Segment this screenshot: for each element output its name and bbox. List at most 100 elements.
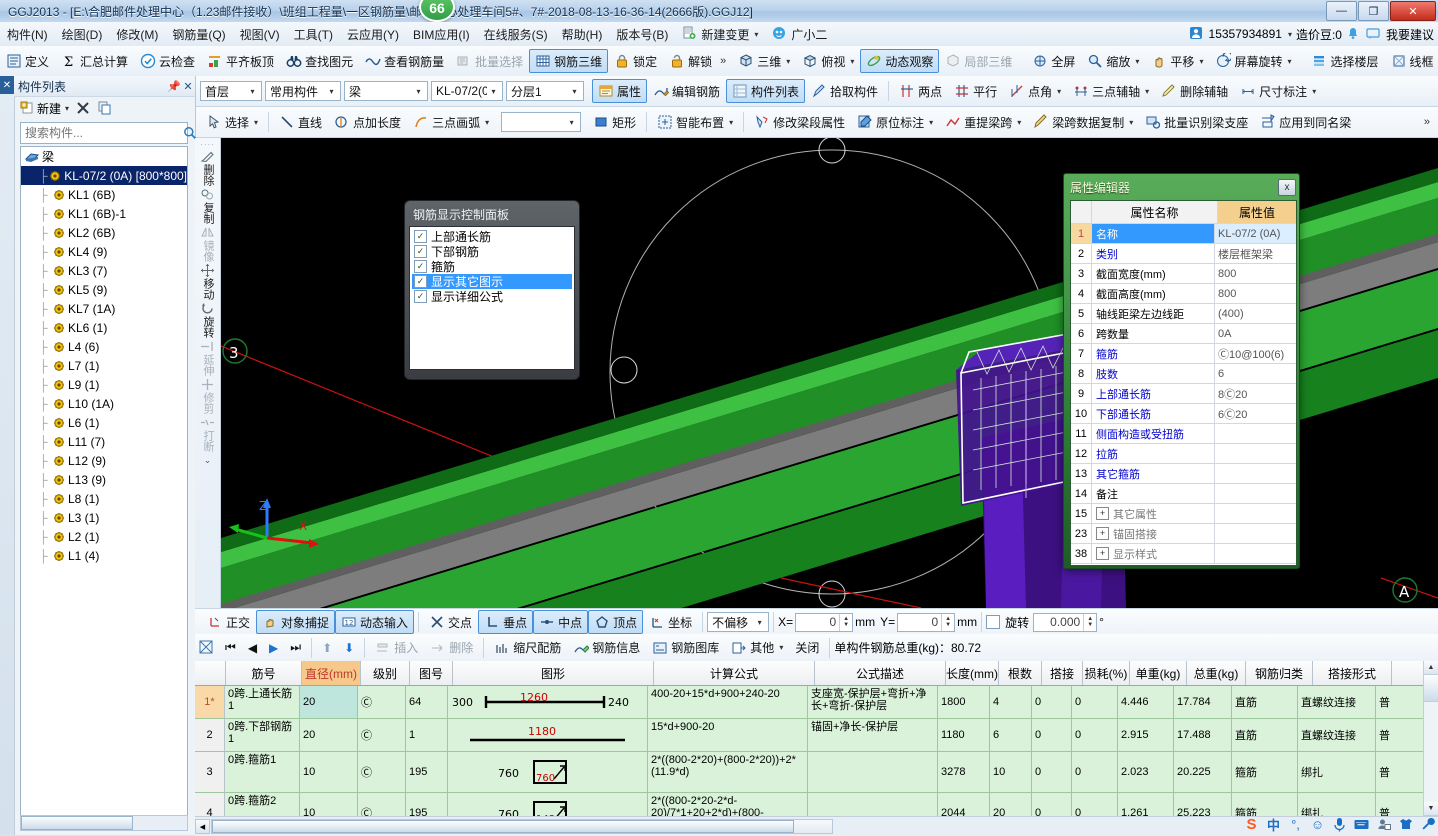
batch-support-button[interactable]: 批量识别梁支座	[1139, 110, 1254, 134]
rebar-table-vscrollbar[interactable]: ▲ ▼	[1423, 661, 1438, 816]
apply-same-beam-button[interactable]: 应用到同名梁	[1254, 110, 1357, 134]
toolbar-batchselect-button[interactable]: 批量选择	[450, 49, 529, 73]
chevron-down-icon[interactable]: ▾	[1199, 57, 1203, 66]
user-icon[interactable]	[1375, 816, 1392, 833]
property-row-3[interactable]: 3截面宽度(mm)800	[1071, 264, 1296, 284]
table-row[interactable]: 30跨.箍筋110Ⓒ1957607602*((800-2*20)+(800-2*…	[195, 752, 1438, 793]
col-header-name[interactable]: 筋号	[226, 661, 302, 685]
col-header-grade[interactable]: 级别	[361, 661, 410, 685]
modify-延伸[interactable]: 延伸	[196, 339, 220, 376]
rebar-info-button[interactable]: 钢筋信息	[567, 636, 646, 660]
arc-tool-button[interactable]: 三点画弧 ▾	[407, 110, 495, 134]
checkbox[interactable]: ✓	[414, 260, 427, 273]
col-header-code[interactable]: 图号	[410, 661, 453, 685]
property-row-value[interactable]	[1215, 544, 1296, 563]
chevron-down-icon[interactable]: ▾	[65, 104, 69, 113]
smart-layout-button[interactable]: 智能布置 ▾	[651, 110, 739, 134]
respan-button[interactable]: 重提梁跨 ▾	[939, 110, 1027, 134]
cell-name[interactable]: 0跨.上通长筋1	[225, 686, 300, 719]
toolbar-3d-button[interactable]: 三维 ▾	[732, 49, 796, 73]
property-row-value[interactable]: 800	[1215, 264, 1296, 283]
modify-修剪[interactable]: 修剪	[196, 377, 220, 414]
cell-desc[interactable]	[808, 793, 938, 816]
cell-shape[interactable]: 3001260240	[448, 686, 648, 719]
toolbar-define-button[interactable]: 定义	[0, 49, 55, 73]
cell-loss[interactable]: 0	[1072, 793, 1118, 816]
point-length-button[interactable]: 点加长度	[328, 110, 407, 134]
chevron-down-icon[interactable]: ▾	[779, 643, 783, 652]
tree-item-0[interactable]: ├KL-07/2 (0A) [800*800]	[21, 166, 187, 185]
cell-length[interactable]: 2044	[938, 793, 990, 816]
toolbar-wireframe-button[interactable]: 线框	[1385, 49, 1438, 73]
ortho-button[interactable]: 正交	[201, 610, 256, 634]
suggest-label[interactable]: 我要建议	[1386, 26, 1434, 43]
chevron-down-icon[interactable]: ▾	[1287, 57, 1291, 66]
cell-shape[interactable]: 760143	[448, 793, 648, 816]
rebar-library-button[interactable]: 钢筋图库	[646, 636, 725, 660]
cell-formula[interactable]: 2*((800-2*20-2*d-20)/7*1+20+2*d)+(800-2*…	[648, 793, 808, 816]
property-row-38[interactable]: 38+显示样式	[1071, 544, 1296, 564]
property-row-8[interactable]: 8肢数6	[1071, 364, 1296, 384]
table-row[interactable]: 20跨.下部钢筋120Ⓒ1118015*d+900-20锚固+净长-保护层118…	[195, 719, 1438, 752]
rebar-display-list[interactable]: ✓上部通长筋✓下部钢筋✓箍筋✓显示其它图示✓显示详细公式	[409, 226, 575, 370]
property-row-10[interactable]: 10下部通长筋6Ⓒ20	[1071, 404, 1296, 424]
cell-lapform[interactable]: 绑扎	[1298, 752, 1376, 793]
pick-component-button[interactable]: 拾取构件	[805, 79, 884, 103]
chevron-down-icon[interactable]: ▾	[487, 87, 500, 96]
move-up-button[interactable]: ⬆	[316, 636, 338, 660]
tree-item-5[interactable]: ├KL3 (7)	[21, 261, 187, 280]
property-row-1[interactable]: 1名称KL-07/2 (0A)	[1071, 224, 1296, 244]
chevron-down-icon[interactable]: ▾	[246, 87, 259, 96]
cell-desc[interactable]	[808, 752, 938, 793]
property-row-value[interactable]: 0A	[1215, 324, 1296, 343]
property-row-value[interactable]	[1215, 524, 1296, 543]
cell-name[interactable]: 0跨.下部钢筋1	[225, 719, 300, 752]
property-editor-close-button[interactable]: x	[1278, 179, 1296, 196]
maximize-button[interactable]: ❐	[1358, 1, 1389, 21]
rebar-display-item-0[interactable]: ✓上部通长筋	[412, 229, 572, 244]
cell-formula[interactable]: 400-20+15*d+900+240-20	[648, 686, 808, 719]
cell-name[interactable]: 0跨.箍筋1	[225, 752, 300, 793]
cell-dia[interactable]: 20	[300, 686, 358, 719]
tree-item-16[interactable]: ├L13 (9)	[21, 470, 187, 489]
search-input[interactable]	[21, 125, 182, 141]
cell-extra[interactable]: 普	[1376, 752, 1424, 793]
cell-desc[interactable]: 锚固+净长-保护层	[808, 719, 938, 752]
toolbar-topview-button[interactable]: 俯视 ▾	[796, 49, 860, 73]
rebar-hscrollbar[interactable]	[211, 819, 833, 834]
col-header-lap[interactable]: 搭接	[1042, 661, 1083, 685]
hscroll-left-button[interactable]: ◀	[195, 819, 210, 834]
chevron-down-icon[interactable]: ▾	[325, 87, 338, 96]
cell-formula[interactable]: 2*((800-2*20)+(800-2*20))+2*(11.9*d)	[648, 752, 808, 793]
chevron-down-icon[interactable]: ▾	[1057, 87, 1061, 96]
cell-code[interactable]: 1	[406, 719, 448, 752]
menu-item-6[interactable]: 云应用(Y)	[340, 24, 406, 45]
search-component-box[interactable]	[20, 122, 188, 144]
modify-删除[interactable]: 删除	[196, 149, 220, 186]
tree-item-15[interactable]: ├L12 (9)	[21, 451, 187, 470]
menu-item-3[interactable]: 钢筋量(Q)	[165, 24, 232, 45]
chevron-down-icon[interactable]: ▾	[1145, 87, 1149, 96]
scale-rebar-button[interactable]: 缩尺配筋	[488, 636, 567, 660]
col-header-class[interactable]: 钢筋归类	[1246, 661, 1313, 685]
chevron-down-icon[interactable]: ▾	[568, 87, 581, 96]
cell-lapform[interactable]: 直螺纹连接	[1298, 686, 1376, 719]
cell-grade[interactable]: Ⓒ	[358, 686, 406, 719]
tools-icon[interactable]	[1419, 816, 1436, 833]
property-row-value[interactable]: 8Ⓒ20	[1215, 384, 1296, 403]
toolbar-alignslab-button[interactable]: 平齐板顶	[201, 49, 280, 73]
col-header-loss[interactable]: 损耗(%)	[1083, 661, 1130, 685]
layer-combo[interactable]: 分层1▾	[506, 81, 584, 101]
cell-count[interactable]: 10	[990, 752, 1032, 793]
col-header-totalw[interactable]: 总重(kg)	[1187, 661, 1246, 685]
parallel-axis-button[interactable]: 平行	[948, 79, 1003, 103]
tree-item-10[interactable]: ├L7 (1)	[21, 356, 187, 375]
property-row-13[interactable]: 13其它箍筋	[1071, 464, 1296, 484]
cell-loss[interactable]: 0	[1072, 752, 1118, 793]
minimize-button[interactable]: —	[1326, 1, 1357, 21]
chevron-down-icon[interactable]: ▾	[565, 118, 578, 127]
tree-item-4[interactable]: ├KL4 (9)	[21, 242, 187, 261]
cell-totalw[interactable]: 20.225	[1174, 752, 1232, 793]
punctuation-icon[interactable]: °,	[1287, 816, 1304, 833]
pin-icon[interactable]: 📌	[167, 80, 181, 93]
